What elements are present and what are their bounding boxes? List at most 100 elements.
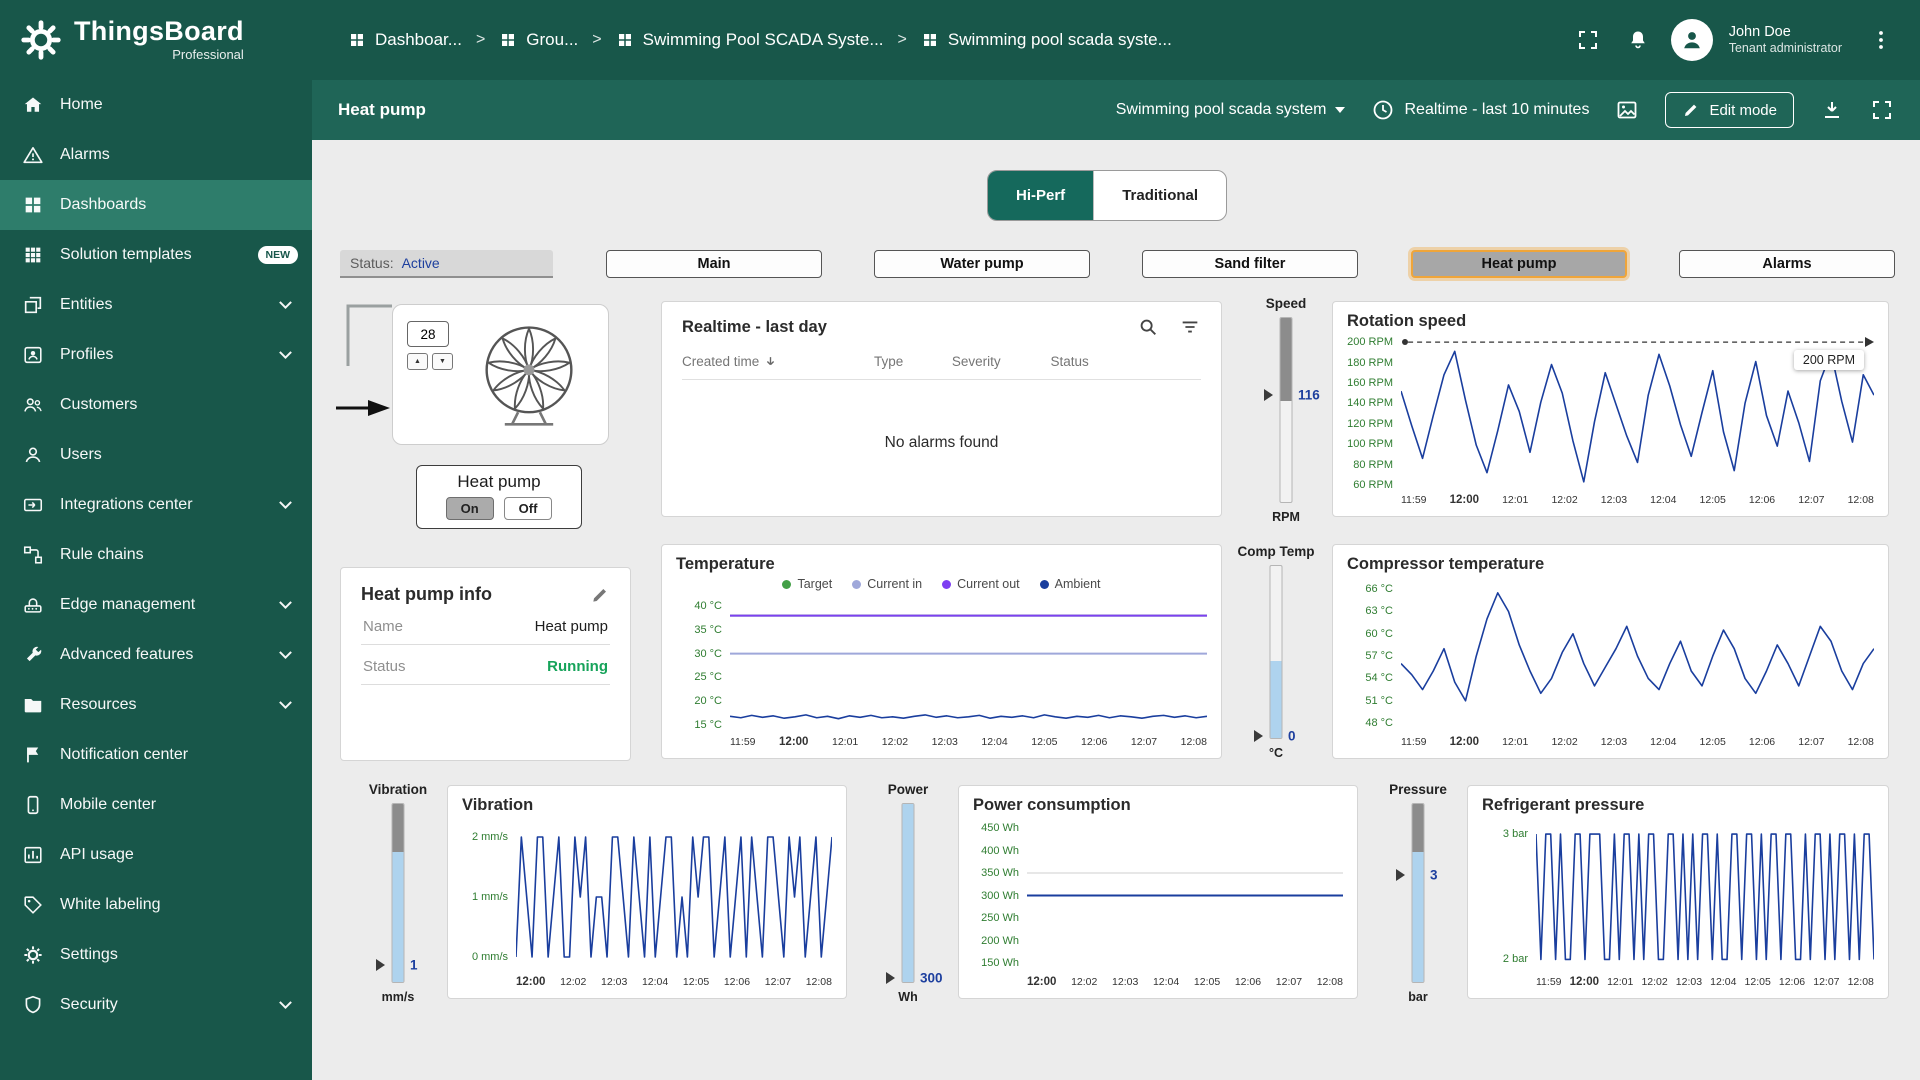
notifications-bell-icon[interactable] [1621,23,1655,57]
dashboard-icon [616,31,634,49]
user-avatar[interactable] [1671,19,1713,61]
x-tick-label: 12:03 [1601,494,1627,506]
edit-pencil-icon[interactable] [590,585,610,605]
y-axis-labels: 66 °C63 °C60 °C57 °C54 °C51 °C48 °C [1347,578,1401,732]
home-icon [22,94,44,116]
state-button-alarms[interactable]: Alarms [1679,250,1895,278]
sidebar-item-integrations-center[interactable]: Integrations center [0,480,312,530]
legend-dot [1040,580,1049,589]
alarms-title: Realtime - last day [682,318,1117,337]
brand-logo[interactable]: ThingsBoard Professional [0,0,312,80]
x-tick-label: 12:01 [832,736,858,748]
sidebar-item-rule-chains[interactable]: Rule chains [0,530,312,580]
x-tick-label: 12:00 [1570,976,1599,988]
download-icon[interactable] [1820,98,1844,122]
y-tick-label: 15 °C [694,719,722,731]
sidebar-item-settings[interactable]: Settings [0,930,312,980]
sidebar-item-solution-templates[interactable]: Solution templatesNEW [0,230,312,280]
view-toggle-hi-perf[interactable]: Hi-Perf [988,171,1093,220]
fullscreen-dashboard-icon[interactable] [1870,98,1894,122]
view-toggle-traditional[interactable]: Traditional [1093,171,1226,220]
gauge-track [902,803,915,983]
sidebar-item-white-labeling[interactable]: White labeling [0,880,312,930]
gauge-title: Pressure [1389,782,1447,797]
sidebar-item-profiles[interactable]: Profiles [0,330,312,380]
info-row-name: NameHeat pump [361,605,610,645]
x-tick-label: 12:06 [1779,976,1805,988]
x-tick-label: 12:03 [601,976,627,988]
sidebar-item-resources[interactable]: Resources [0,680,312,730]
legend-label: Target [797,577,832,591]
breadcrumb-item[interactable]: Dashboar... [348,30,462,50]
breadcrumb-label: Swimming pool scada syste... [948,30,1172,50]
vibration-gauge: Vibration1mm/s [356,782,440,1004]
sidebar-item-notification-center[interactable]: Notification center [0,730,312,780]
y-axis-labels: 450 Wh400 Wh350 Wh300 Wh250 Wh200 Wh150 … [973,819,1027,972]
column-header-type[interactable]: Type [874,354,952,369]
sidebar-item-dashboards[interactable]: Dashboards [0,180,312,230]
chart-icon [22,844,44,866]
legend-item-target[interactable]: Target [782,577,832,591]
sidebar-item-users[interactable]: Users [0,430,312,480]
dashboard-toolbar-right: Swimming pool scada system Realtime - la… [1116,92,1894,128]
off-button[interactable]: Off [504,497,553,520]
main-area: Dashboar...>Grou...>Swimming Pool SCADA … [312,0,1920,1080]
kebab-menu-icon[interactable] [1864,23,1898,57]
y-tick-label: 250 Wh [981,912,1019,924]
state-button-heat-pump[interactable]: Heat pump [1411,250,1627,278]
brand-subtitle: Professional [74,47,244,62]
column-header-created-time[interactable]: Created time [682,354,874,369]
sidebar-item-label: Security [60,996,265,1014]
edit-mode-button[interactable]: Edit mode [1665,92,1794,128]
power-consumption-chart: Power consumption 450 Wh400 Wh350 Wh300 … [958,785,1358,999]
dashboard-state-select[interactable]: Swimming pool scada system [1116,101,1346,119]
sidebar-item-home[interactable]: Home [0,80,312,130]
sidebar-item-entities[interactable]: Entities [0,280,312,330]
state-button-main[interactable]: Main [606,250,822,278]
gear-icon [22,944,44,966]
legend-item-current-in[interactable]: Current in [852,577,922,591]
dashboard-state-label: Swimming pool scada system [1116,101,1327,119]
breadcrumb-separator: > [476,31,485,49]
breadcrumb-item[interactable]: Swimming pool scada syste... [921,30,1172,50]
annotation-start-dot [1402,339,1408,345]
sidebar-item-edge-management[interactable]: Edge management [0,580,312,630]
legend-item-current-out[interactable]: Current out [942,577,1020,591]
sidebar-item-api-usage[interactable]: API usage [0,830,312,880]
sidebar-item-alarms[interactable]: Alarms [0,130,312,180]
fullscreen-icon[interactable] [1571,23,1605,57]
chart-title: Compressor temperature [1347,555,1874,574]
state-button-water-pump[interactable]: Water pump [874,250,1090,278]
x-tick-label: 12:08 [1848,976,1874,988]
sidebar-item-customers[interactable]: Customers [0,380,312,430]
legend-item-ambient[interactable]: Ambient [1040,577,1101,591]
state-button-sand-filter[interactable]: Sand filter [1142,250,1358,278]
filter-icon[interactable] [1179,316,1201,338]
image-export-icon[interactable] [1615,98,1639,122]
on-button[interactable]: On [446,497,494,520]
gauge-zone-blue [1271,661,1282,738]
sidebar-item-mobile-center[interactable]: Mobile center [0,780,312,830]
x-tick-label: 12:03 [932,736,958,748]
plot-area [1536,819,1874,972]
column-header-status[interactable]: Status [1050,354,1201,369]
info-row-label: Status [363,658,406,675]
sidebar-nav: HomeAlarmsDashboardsSolution templatesNE… [0,80,312,1030]
gauge-unit: bar [1408,990,1427,1004]
setpoint-input[interactable]: 28 [407,321,449,347]
gauge-body: 0 [1228,565,1324,739]
y-tick-label: 25 °C [694,671,722,683]
breadcrumb-item[interactable]: Grou... [499,30,578,50]
setpoint-up-button[interactable]: ▲ [407,353,428,370]
apps-icon [22,244,44,266]
search-icon[interactable] [1137,316,1159,338]
timewindow-button[interactable]: Realtime - last 10 minutes [1371,98,1589,122]
sidebar-item-security[interactable]: Security [0,980,312,1030]
setpoint-down-button[interactable]: ▼ [432,353,453,370]
breadcrumb-item[interactable]: Swimming Pool SCADA Syste... [616,30,884,50]
sidebar-item-advanced-features[interactable]: Advanced features [0,630,312,680]
x-tick-label: 12:07 [1798,494,1824,506]
chart-title: Temperature [676,555,1207,574]
column-header-severity[interactable]: Severity [952,354,1051,369]
gauge-title: Vibration [369,782,427,797]
